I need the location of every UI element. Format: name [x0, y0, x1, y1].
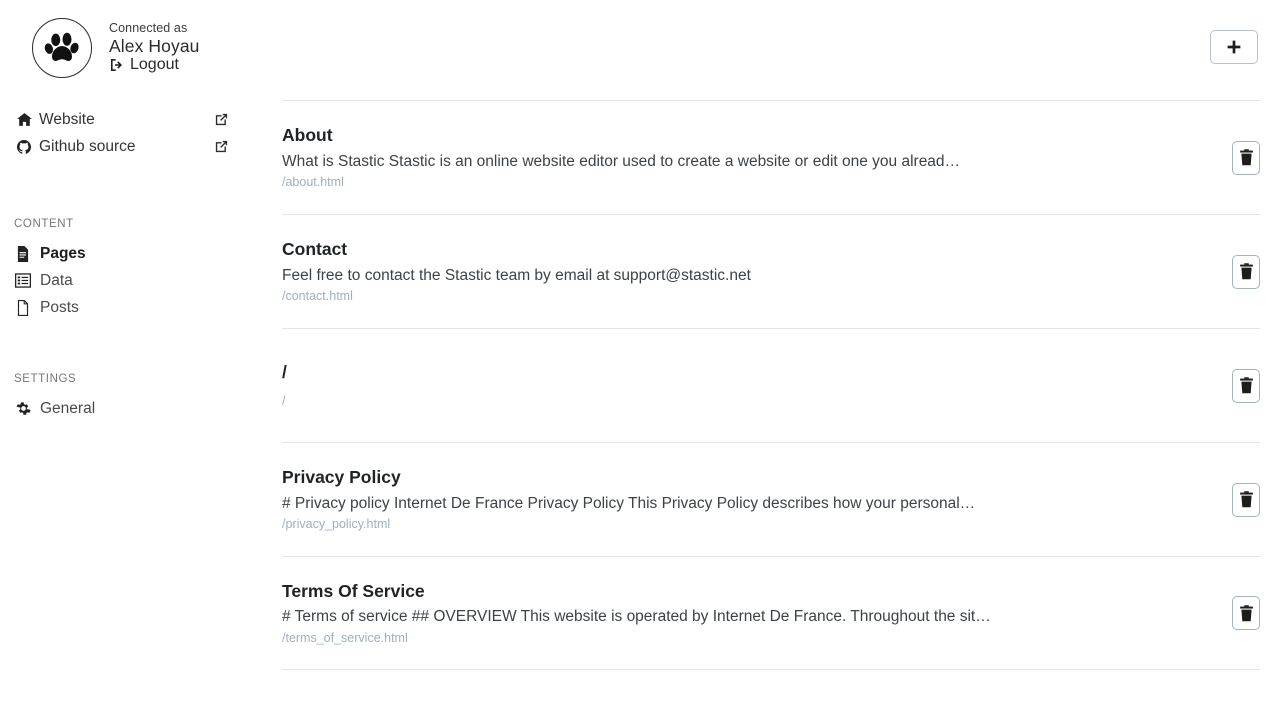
file-lines-icon [14, 245, 32, 262]
page-description: What is Stastic Stastic is an online web… [282, 152, 961, 170]
trash-icon [1239, 491, 1253, 508]
pages-list: About What is Stastic Stastic is an onlin… [266, 100, 1283, 670]
sidebar-link-website-label: Website [39, 110, 95, 128]
delete-page-button[interactable] [1232, 368, 1260, 403]
app-root: Connected as Alex Hoyau Logout Website G… [0, 0, 1283, 706]
sidebar-section-settings-label: SETTINGS [14, 373, 77, 385]
delete-page-button[interactable] [1232, 254, 1260, 289]
add-page-button[interactable] [1210, 30, 1258, 64]
profile-text: Connected as Alex Hoyau Logout [109, 22, 200, 73]
sidebar-section-content-label: CONTENT [14, 218, 74, 230]
page-path: / [282, 394, 286, 408]
user-name: Alex Hoyau [109, 36, 200, 57]
github-icon [14, 139, 34, 155]
sidebar-item-posts-label: Posts [40, 298, 79, 316]
page-row-body: Terms Of Service # Terms of service ## OV… [282, 564, 1218, 662]
sidebar-item-data-label: Data [40, 271, 73, 289]
table-row[interactable]: Contact Feel free to contact the Stastic … [282, 214, 1260, 328]
sidebar-item-pages[interactable]: Pages [0, 240, 266, 267]
external-link-icon[interactable] [214, 112, 229, 127]
page-row-body: Contact Feel free to contact the Stastic … [282, 222, 1218, 320]
sign-out-icon [111, 59, 122, 72]
page-title: Privacy Policy [282, 467, 401, 488]
sidebar-nav-settings: General [0, 395, 266, 422]
page-path: /privacy_policy.html [282, 517, 391, 532]
page-title: Contact [282, 239, 348, 260]
page-description: Feel free to contact the Stastic team by… [282, 266, 751, 284]
paw-logo-icon [44, 32, 79, 61]
logout-label: Logout [130, 55, 179, 73]
page-path: /about.html [282, 175, 344, 190]
page-description: # Terms of service ## OVERVIEW This webs… [282, 608, 991, 626]
page-row-body: About What is Stastic Stastic is an onlin… [282, 108, 1218, 206]
external-link-icon[interactable] [214, 139, 229, 154]
plus-icon [1227, 40, 1241, 54]
sidebar: Connected as Alex Hoyau Logout Website G… [0, 0, 266, 706]
page-path: /terms_of_service.html [282, 630, 408, 645]
avatar [32, 18, 92, 78]
page-title: / [282, 362, 287, 383]
page-title: Terms Of Service [282, 580, 425, 601]
table-row[interactable]: Terms Of Service # Terms of service ## OV… [282, 556, 1260, 670]
table-list-icon [14, 273, 32, 288]
profile-header: Connected as Alex Hoyau Logout [0, 0, 266, 84]
page-title: About [282, 125, 333, 146]
sidebar-link-github-source[interactable]: Github source [0, 133, 266, 160]
file-blank-icon [14, 299, 32, 316]
home-icon [14, 111, 34, 128]
sidebar-link-website[interactable]: Website [0, 106, 266, 133]
table-row[interactable]: / / [282, 328, 1260, 442]
toolbar [266, 0, 1283, 100]
table-row[interactable]: Privacy Policy # Privacy policy Internet … [282, 442, 1260, 556]
sidebar-item-pages-label: Pages [40, 244, 86, 262]
trash-icon [1239, 149, 1253, 166]
delete-page-button[interactable] [1232, 596, 1260, 630]
table-row[interactable]: About What is Stastic Stastic is an onlin… [282, 100, 1260, 214]
external-links: Website Github source [0, 106, 266, 160]
main-content: About What is Stastic Stastic is an onlin… [266, 0, 1283, 706]
trash-icon [1239, 377, 1253, 394]
connected-as-label: Connected as [109, 21, 188, 36]
sidebar-nav-content: Pages Data Posts [0, 240, 266, 321]
gear-icon [14, 401, 32, 416]
delete-page-button[interactable] [1232, 482, 1260, 517]
sidebar-item-data[interactable]: Data [0, 267, 266, 294]
trash-icon [1239, 604, 1253, 621]
trash-icon [1239, 263, 1253, 280]
sidebar-link-github-source-label: Github source [39, 137, 136, 155]
sidebar-item-general-label: General [40, 399, 96, 417]
page-description: # Privacy policy Internet De France Priv… [282, 494, 976, 512]
sidebar-item-posts[interactable]: Posts [0, 294, 266, 321]
sidebar-item-general[interactable]: General [0, 395, 266, 422]
page-row-body: Privacy Policy # Privacy policy Internet … [282, 450, 1218, 548]
page-path: /contact.html [282, 289, 353, 304]
delete-page-button[interactable] [1232, 140, 1260, 175]
page-row-body: / / [282, 345, 1218, 425]
logout-button[interactable]: Logout [109, 55, 179, 74]
